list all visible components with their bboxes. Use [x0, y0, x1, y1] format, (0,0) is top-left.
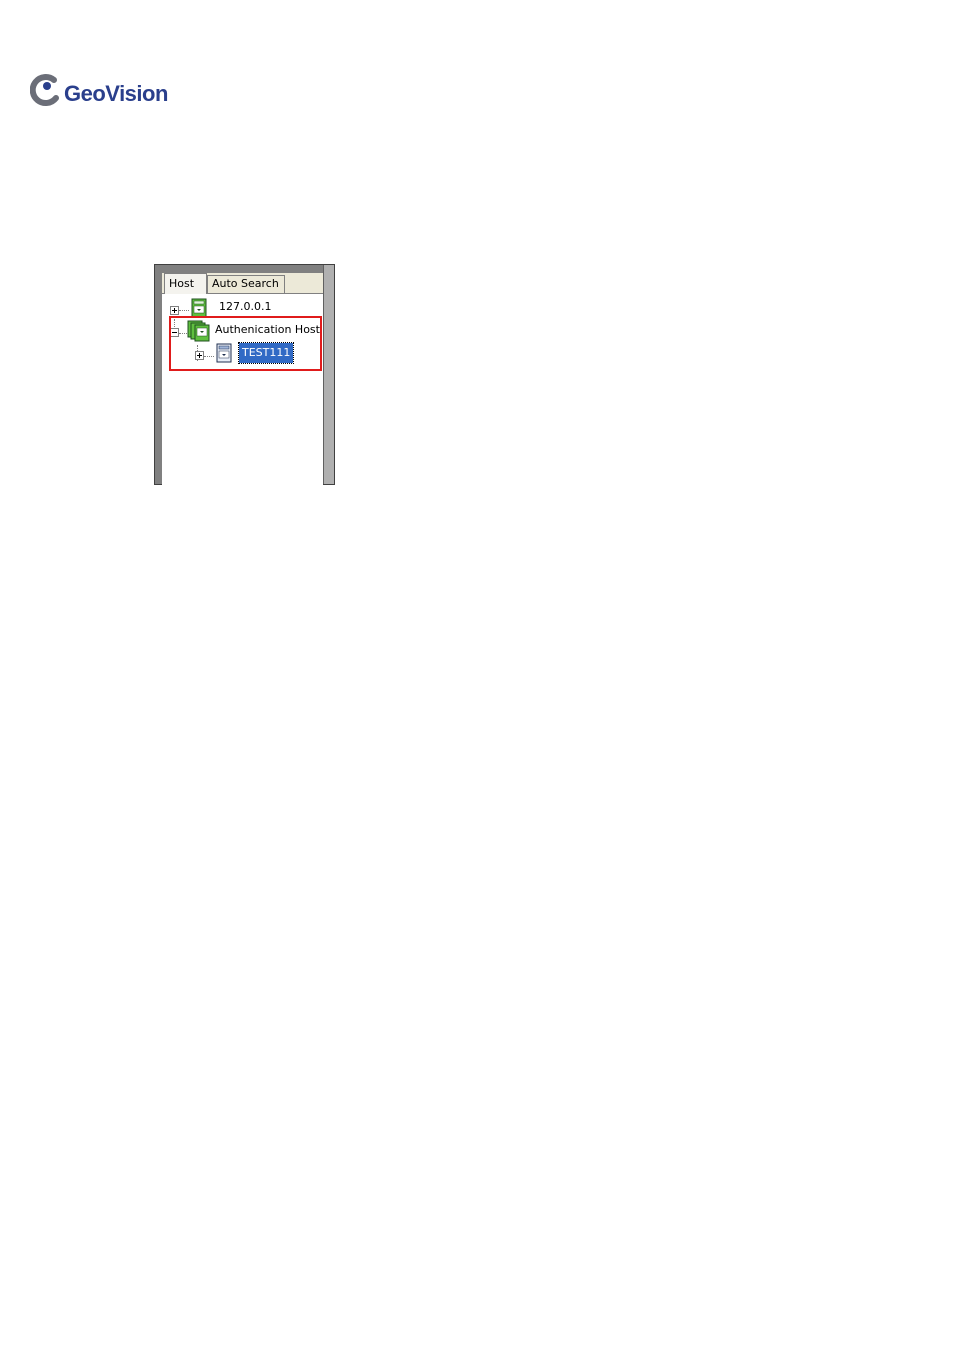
expand-icon[interactable]: [170, 306, 179, 315]
tab-strip: Host Auto Search: [162, 273, 323, 294]
tab-auto-search[interactable]: Auto Search: [207, 275, 285, 293]
tree-item-label: 127.0.0.1: [219, 300, 272, 313]
brand-name: GeoVision: [64, 81, 168, 106]
tab-host-label: Host: [169, 277, 195, 290]
host-tree-pane: Host Auto Search 127.0.0.1 Authenication…: [162, 273, 323, 485]
geovision-logo: GeoVision: [30, 72, 180, 112]
highlight-box: [169, 316, 322, 371]
host-panel: Host Auto Search 127.0.0.1 Authenication…: [154, 264, 335, 485]
tab-host[interactable]: Host: [164, 273, 207, 294]
tab-auto-search-label: Auto Search: [212, 277, 279, 290]
tree-item-localhost[interactable]: 127.0.0.1: [162, 297, 322, 318]
panel-scroll-edge: [323, 265, 334, 484]
geovision-logo-icon: [30, 74, 59, 107]
server-icon: [191, 298, 207, 318]
